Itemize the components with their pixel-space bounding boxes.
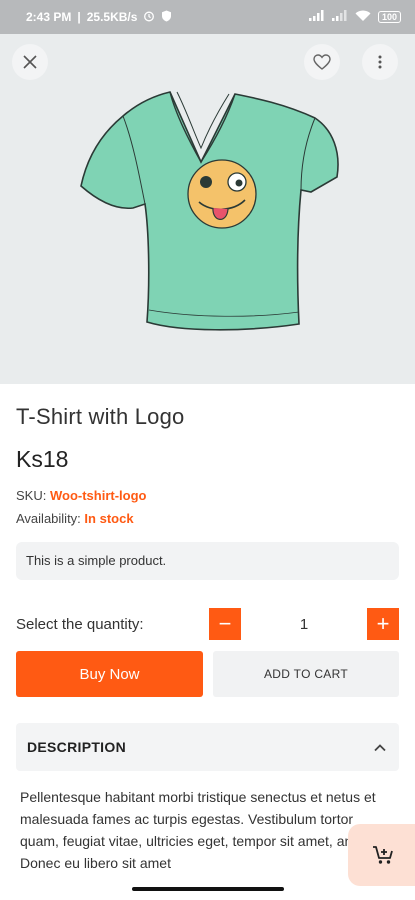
product-title: T-Shirt with Logo xyxy=(16,404,185,429)
status-bar: 2:43 PM | 25.5KB/s 100 xyxy=(0,0,415,34)
favorite-button[interactable] xyxy=(304,44,340,80)
add-to-cart-button[interactable]: ADD TO CART xyxy=(213,651,399,697)
cart-plus-icon xyxy=(373,846,393,864)
quantity-decrease-button[interactable]: − xyxy=(209,608,241,640)
sku-value: Woo-tshirt-logo xyxy=(49,488,147,503)
buy-now-button[interactable]: Buy Now xyxy=(16,651,203,697)
close-icon xyxy=(23,55,37,69)
more-options-button[interactable] xyxy=(362,44,398,80)
status-separator: | xyxy=(77,10,81,24)
availability-label: Availability: xyxy=(16,511,81,526)
shield-icon xyxy=(161,10,172,25)
floating-cart-button[interactable] xyxy=(348,824,415,886)
product-price: Ks18 xyxy=(16,446,69,472)
more-vertical-icon xyxy=(378,55,382,69)
heart-icon xyxy=(313,54,331,70)
product-image-area xyxy=(0,34,415,384)
sku-row: SKU: Woo-tshirt-logo xyxy=(16,488,146,503)
status-time: 2:43 PM xyxy=(26,10,72,24)
signal-2-icon xyxy=(331,10,348,24)
description-title: DESCRIPTION xyxy=(27,739,126,755)
sku-label: SKU: xyxy=(16,488,47,503)
emoji-logo xyxy=(187,159,257,229)
quantity-input[interactable] xyxy=(241,608,367,640)
alarm-icon xyxy=(143,10,155,25)
close-button[interactable] xyxy=(12,44,48,80)
short-description: This is a simple product. xyxy=(16,542,399,580)
description-text: Pellentesque habitant morbi tristique se… xyxy=(20,789,376,871)
availability-value: In stock xyxy=(84,511,134,526)
product-image xyxy=(80,91,339,331)
description-accordion-header[interactable]: DESCRIPTION xyxy=(16,723,399,771)
chevron-up-icon xyxy=(374,743,386,751)
battery-icon: 100 xyxy=(377,11,401,23)
signal-icon xyxy=(308,10,325,24)
home-indicator xyxy=(132,887,284,891)
quantity-label: Select the quantity: xyxy=(16,616,144,633)
status-network-speed: 25.5KB/s xyxy=(86,10,138,24)
wifi-icon xyxy=(355,10,371,25)
quantity-increase-button[interactable]: + xyxy=(367,608,399,640)
availability-row: Availability: In stock xyxy=(16,511,134,526)
